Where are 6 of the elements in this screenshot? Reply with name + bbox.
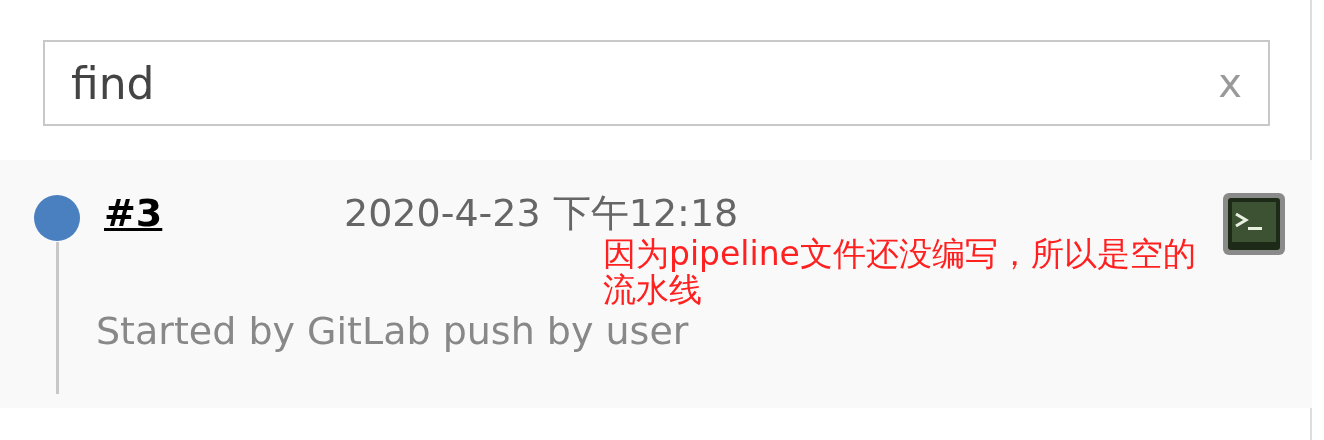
console-icon[interactable] — [1222, 192, 1286, 256]
build-cause: Started by GitLab push by user — [96, 309, 690, 353]
annotation-note: 因为pipeline文件还没编写，所以是空的流水线 — [603, 236, 1197, 308]
build-link[interactable]: #3 — [104, 191, 344, 235]
search-field[interactable]: find x — [43, 40, 1270, 126]
build-date: 2020-4-23 下午12:18 — [344, 190, 739, 237]
